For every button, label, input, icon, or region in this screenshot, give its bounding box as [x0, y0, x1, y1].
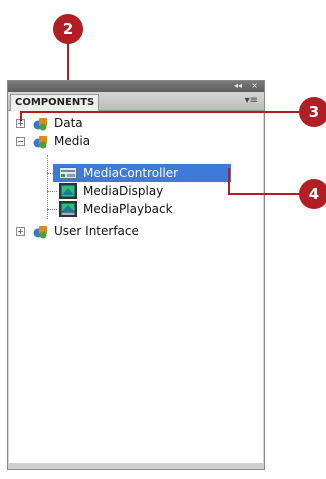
tree-item-label: MediaController [83, 166, 179, 180]
tree-item-label: User Interface [54, 224, 139, 238]
stage: 2 ◂◂ × COMPONENTS ▾≡ + Data − Media Medi… [0, 0, 326, 479]
panel-menu-icon[interactable]: ▾≡ [245, 95, 258, 107]
component-folder-icon [33, 224, 48, 239]
tree-item-mediaplayback[interactable]: MediaPlayback [53, 200, 231, 218]
tree-item-data[interactable]: + Data [9, 114, 263, 132]
callout-4: 4 [299, 179, 326, 209]
tree-item-mediadisplay[interactable]: MediaDisplay [53, 182, 231, 200]
tree-item-user-interface[interactable]: + User Interface [9, 222, 263, 240]
components-panel: ◂◂ × COMPONENTS ▾≡ + Data − Media MediaC… [7, 80, 265, 470]
tree-item-label: Media [54, 134, 91, 148]
tab-components[interactable]: COMPONENTS [10, 94, 100, 111]
tree-item-label: MediaPlayback [83, 202, 173, 216]
tab-strip: COMPONENTS ▾≡ [8, 92, 264, 111]
callout-3-leader [20, 111, 22, 121]
callout-4-leader [228, 168, 230, 195]
callout-2: 2 [53, 14, 83, 44]
callout-3-leader [20, 111, 300, 113]
panel-status-strip [8, 463, 264, 469]
components-tree: + Data − Media MediaController MediaDisp… [9, 111, 263, 467]
media-controller-icon [59, 165, 77, 181]
tree-item-media[interactable]: − Media [9, 132, 263, 150]
collapse-tree-icon[interactable]: − [16, 137, 25, 146]
tree-item-label: Data [54, 116, 83, 130]
tree-item-mediacontroller[interactable]: MediaController [53, 164, 231, 182]
panel-titlebar[interactable]: ◂◂ × [8, 81, 264, 92]
media-display-icon [59, 183, 77, 199]
component-folder-icon [33, 134, 48, 149]
media-playback-icon [59, 201, 77, 217]
close-icon[interactable]: × [251, 80, 258, 91]
tree-item-label: MediaDisplay [83, 184, 164, 198]
collapse-icon[interactable]: ◂◂ [234, 80, 242, 91]
callout-4-leader [228, 193, 300, 195]
expand-icon[interactable]: + [16, 227, 25, 236]
component-folder-icon [33, 116, 48, 131]
callout-3: 3 [299, 97, 326, 127]
